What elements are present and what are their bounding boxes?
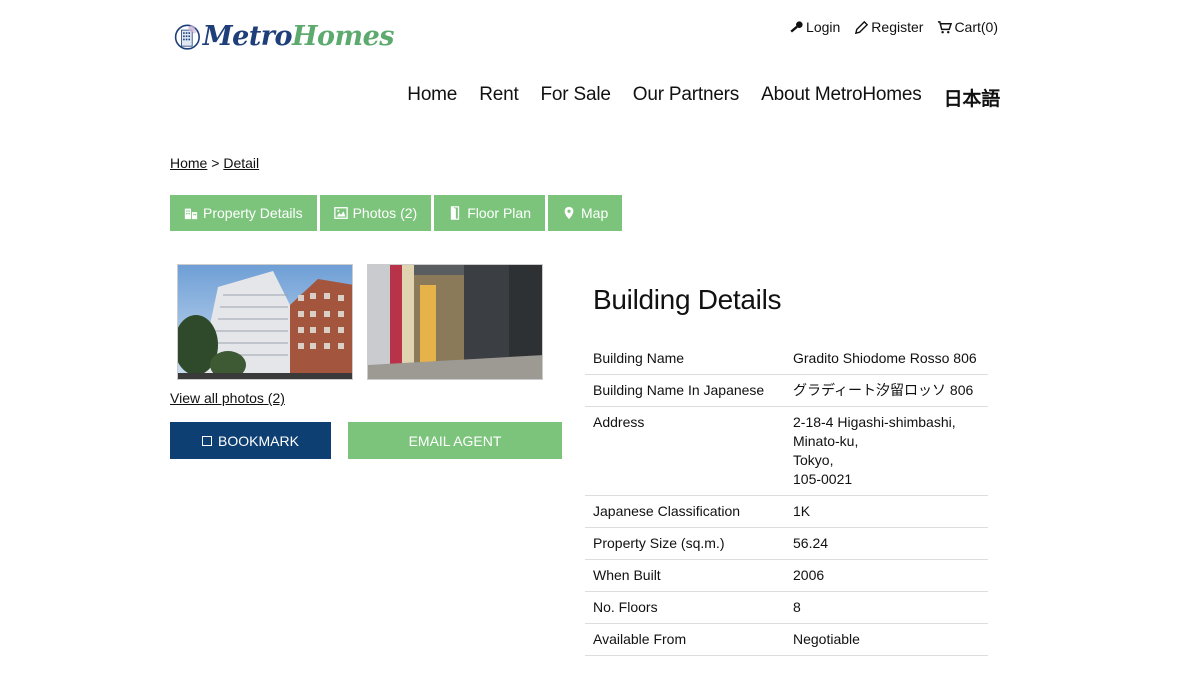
detail-tabs: Property Details Photos (2) Floor Plan M… bbox=[170, 195, 623, 231]
row-label: When Built bbox=[585, 559, 785, 592]
table-row: Building Name Gradito Shiodome Rosso 806 bbox=[585, 343, 988, 375]
tab-property-details-label: Property Details bbox=[203, 205, 303, 221]
photo-building-entrance[interactable] bbox=[367, 264, 543, 380]
main-nav: Home Rent For Sale Our Partners About Me… bbox=[407, 84, 1000, 111]
bookmark-label: BOOKMARK bbox=[218, 432, 299, 449]
breadcrumb-detail[interactable]: Detail bbox=[223, 155, 259, 171]
utility-links: Login Register Cart(0) bbox=[789, 19, 998, 35]
table-row: Property Size (sq.m.) 56.24 bbox=[585, 527, 988, 560]
row-value: グラディート汐留ロッソ 806 bbox=[785, 374, 988, 407]
address-line: 105-0021 bbox=[793, 471, 853, 487]
register-label: Register bbox=[871, 19, 924, 35]
row-label: Japanese Classification bbox=[585, 495, 785, 528]
logo-wordmark: MetroHomes bbox=[202, 20, 395, 52]
login-link[interactable]: Login bbox=[789, 19, 840, 35]
register-link[interactable]: Register bbox=[854, 19, 923, 35]
row-value: 56.24 bbox=[785, 527, 988, 560]
building-icon bbox=[184, 208, 198, 220]
cart-label: Cart(0) bbox=[954, 19, 998, 35]
row-label: Property Size (sq.m.) bbox=[585, 527, 785, 560]
building-exterior-image bbox=[178, 265, 352, 379]
row-value: Gradito Shiodome Rosso 806 bbox=[785, 343, 988, 375]
nav-our-partners[interactable]: Our Partners bbox=[633, 84, 740, 111]
logo[interactable]: MetroHomes bbox=[174, 8, 394, 64]
tab-map-label: Map bbox=[581, 205, 609, 221]
row-value: Negotiable bbox=[785, 623, 988, 656]
tab-photos-label: Photos (2) bbox=[352, 205, 418, 221]
login-label: Login bbox=[806, 19, 841, 35]
cart-icon bbox=[938, 20, 953, 33]
row-label: Address bbox=[585, 406, 785, 496]
address-line: 2-18-4 Higashi-shimbashi, bbox=[793, 414, 956, 430]
map-pin-icon bbox=[564, 206, 574, 220]
tab-floor-plan[interactable]: Floor Plan bbox=[434, 195, 545, 231]
photo-building-exterior[interactable] bbox=[177, 264, 353, 380]
table-row: Building Name In Japanese グラディート汐留ロッソ 80… bbox=[585, 374, 988, 407]
table-row: Japanese Classification 1K bbox=[585, 495, 988, 528]
address-line: Minato-ku, bbox=[793, 433, 859, 449]
building-entrance-image bbox=[368, 265, 542, 379]
cart-link[interactable]: Cart(0) bbox=[937, 19, 998, 35]
table-row: When Built 2006 bbox=[585, 559, 988, 592]
pencil-icon bbox=[855, 20, 869, 34]
logo-building-icon bbox=[174, 24, 200, 50]
address-line: Tokyo, bbox=[793, 452, 834, 468]
building-details-heading: Building Details bbox=[593, 284, 782, 315]
breadcrumb-home[interactable]: Home bbox=[170, 155, 207, 171]
address-value: 2-18-4 Higashi-shimbashi, Minato-ku, Tok… bbox=[785, 406, 988, 496]
nav-rent[interactable]: Rent bbox=[479, 84, 519, 111]
key-icon bbox=[790, 20, 803, 33]
door-icon bbox=[451, 206, 460, 220]
row-label: Building Name bbox=[585, 343, 785, 375]
table-row: Address 2-18-4 Higashi-shimbashi, Minato… bbox=[585, 406, 988, 496]
table-row: Available From Negotiable bbox=[585, 623, 988, 656]
row-label: Available From bbox=[585, 623, 785, 656]
nav-for-sale[interactable]: For Sale bbox=[541, 84, 611, 111]
row-value: 1K bbox=[785, 495, 988, 528]
table-row: No. Floors 8 bbox=[585, 591, 988, 624]
image-icon bbox=[333, 207, 348, 219]
tab-photos[interactable]: Photos (2) bbox=[319, 195, 432, 231]
row-value: 2006 bbox=[785, 559, 988, 592]
nav-japanese[interactable]: 日本語 bbox=[944, 84, 1001, 111]
bookmark-button[interactable]: BOOKMARK bbox=[170, 422, 331, 459]
nav-about[interactable]: About MetroHomes bbox=[761, 84, 922, 111]
building-details-table: Building Name Gradito Shiodome Rosso 806… bbox=[585, 343, 988, 656]
row-label: Building Name In Japanese bbox=[585, 374, 785, 407]
breadcrumb: Home > Detail bbox=[170, 155, 259, 171]
checkbox-icon bbox=[202, 435, 213, 446]
logo-metro: Metro bbox=[202, 20, 293, 52]
tab-map[interactable]: Map bbox=[548, 195, 623, 231]
breadcrumb-separator: > bbox=[207, 155, 224, 171]
view-all-photos-link[interactable]: View all photos (2) bbox=[170, 390, 285, 406]
logo-homes: Homes bbox=[292, 20, 394, 52]
nav-home[interactable]: Home bbox=[407, 84, 457, 111]
photo-gallery bbox=[177, 264, 543, 380]
row-label: No. Floors bbox=[585, 591, 785, 624]
tab-property-details[interactable]: Property Details bbox=[170, 195, 317, 231]
email-agent-button[interactable]: EMAIL AGENT bbox=[348, 422, 562, 459]
tab-floor-plan-label: Floor Plan bbox=[467, 205, 531, 221]
row-value: 8 bbox=[785, 591, 988, 624]
